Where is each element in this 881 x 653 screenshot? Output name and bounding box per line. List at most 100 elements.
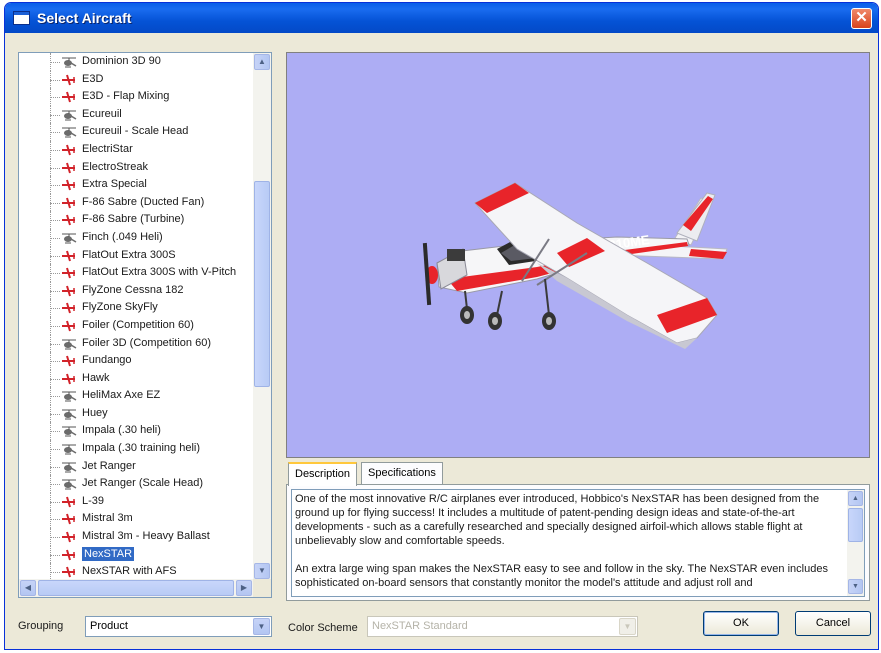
scroll-down-arrow-icon[interactable]: ▼	[254, 563, 270, 579]
scroll-up-arrow-icon[interactable]: ▲	[848, 491, 863, 506]
list-item[interactable]: Mistral 3m	[19, 510, 253, 529]
tree-connector	[50, 413, 60, 415]
list-item[interactable]: FlyZone SkyFly	[19, 299, 253, 317]
description-panel: One of the most innovative R/C airplanes…	[286, 484, 870, 601]
airplane-icon	[61, 144, 77, 156]
tree-connector	[50, 484, 60, 486]
scroll-left-arrow-icon[interactable]: ◀	[20, 580, 36, 596]
airplane-icon	[61, 267, 77, 279]
tree-connector	[50, 62, 60, 63]
tree-connector	[50, 114, 60, 116]
aircraft-tree-list[interactable]: Dominion 3D 90 E3D E3D - Flap Mixing Ecureu…	[18, 52, 272, 598]
list-item[interactable]: ElectroStreak	[19, 158, 253, 177]
list-item[interactable]: Extra Special	[19, 176, 253, 194]
list-item-label: HeliMax Axe EZ	[82, 389, 161, 402]
cancel-button[interactable]: Cancel	[795, 611, 871, 636]
description-scroll-thumb[interactable]	[848, 508, 863, 542]
description-scrollbar[interactable]: ▲ ▼	[847, 490, 864, 596]
list-item[interactable]: FlatOut Extra 300S with V-Pitch	[19, 264, 253, 282]
list-item[interactable]: Dominion 3D 90	[19, 53, 253, 71]
close-button[interactable]: ✕	[851, 8, 872, 29]
airplane-icon	[61, 214, 77, 226]
list-item[interactable]: NexSTAR	[19, 545, 253, 564]
list-item[interactable]: ElectriStar	[19, 140, 253, 159]
scroll-up-arrow-icon[interactable]: ▲	[254, 54, 270, 70]
tree-connector	[50, 378, 60, 380]
description-textbox[interactable]: One of the most innovative R/C airplanes…	[291, 489, 865, 597]
list-item[interactable]: Huey	[19, 404, 253, 423]
tree-connector	[50, 501, 60, 503]
list-item[interactable]: Impala (.30 training heli)	[19, 440, 253, 458]
list-item[interactable]: Ecureuil	[19, 105, 253, 124]
airplane-icon	[61, 355, 77, 367]
airplane-icon	[61, 320, 77, 332]
chevron-down-icon[interactable]: ▼	[253, 618, 270, 635]
list-item[interactable]: E3D	[19, 70, 253, 89]
list-item[interactable]: Impala (.30 heli)	[19, 422, 253, 441]
list-item[interactable]: Ecureuil - Scale Head	[19, 123, 253, 141]
list-item[interactable]: E3D - Flap Mixing	[19, 88, 253, 106]
horizontal-scroll-thumb[interactable]	[38, 580, 234, 596]
airplane-icon	[61, 496, 77, 508]
window-icon	[13, 11, 30, 25]
list-item[interactable]: Hawk	[19, 369, 253, 388]
grouping-select[interactable]: Product ▼	[85, 616, 272, 637]
airplane-icon	[61, 513, 77, 525]
list-item-label: Mistral 3m - Heavy Ballast	[82, 530, 210, 543]
airplane-icon	[61, 531, 77, 543]
list-item[interactable]: Finch (.049 Heli)	[19, 228, 253, 247]
list-item[interactable]: FlatOut Extra 300S	[19, 246, 253, 265]
list-item[interactable]: Foiler 3D (Competition 60)	[19, 334, 253, 353]
list-item[interactable]: HeliMax Axe EZ	[19, 387, 253, 405]
list-item[interactable]: Foiler (Competition 60)	[19, 316, 253, 335]
helicopter-icon	[61, 56, 77, 68]
color-scheme-label: Color Scheme	[288, 622, 358, 634]
airplane-icon	[61, 197, 77, 209]
tree-connector	[50, 308, 60, 310]
tree-connector	[50, 449, 60, 451]
list-item[interactable]: F-86 Sabre (Turbine)	[19, 211, 253, 229]
tree-connector	[50, 273, 60, 275]
list-item-label: Ecureuil	[82, 107, 122, 120]
list-item-label: FlatOut Extra 300S with V-Pitch	[82, 266, 237, 279]
list-item[interactable]: Jet Ranger	[19, 457, 253, 476]
tree-connector	[50, 431, 60, 433]
airplane-icon	[61, 302, 77, 314]
list-item-label: Jet Ranger	[82, 459, 136, 472]
list-item[interactable]: FlyZone Cessna 182	[19, 281, 253, 300]
list-item[interactable]: Mistral 3m - Heavy Ballast	[19, 528, 253, 546]
tree-connector	[50, 554, 60, 556]
list-item-label: Ecureuil - Scale Head	[82, 125, 189, 138]
list-item-label: NexSTAR with AFS	[82, 565, 177, 578]
list-item-label: Mistral 3m	[82, 512, 133, 525]
horizontal-scrollbar[interactable]: ◀ ▶	[19, 579, 253, 597]
list-item[interactable]: F-86 Sabre (Ducted Fan)	[19, 193, 253, 212]
color-scheme-select[interactable]: NexSTAR Standard ▼	[367, 616, 638, 637]
list-item[interactable]: Jet Ranger (Scale Head)	[19, 475, 253, 493]
tree-connector	[50, 572, 60, 574]
tree-connector	[50, 185, 60, 187]
tree-connector	[50, 149, 60, 151]
title-bar[interactable]: Select Aircraft ✕	[5, 3, 878, 33]
tree-connector	[50, 97, 60, 99]
scroll-down-arrow-icon[interactable]: ▼	[848, 579, 863, 594]
vertical-scroll-thumb[interactable]	[254, 181, 270, 387]
scroll-corner	[253, 579, 271, 597]
tab-specifications[interactable]: Specifications	[361, 462, 443, 485]
vertical-scrollbar[interactable]: ▲ ▼	[253, 53, 271, 581]
list-item-label: Dominion 3D 90	[82, 55, 161, 67]
chevron-down-icon[interactable]: ▼	[619, 618, 636, 635]
tab-description[interactable]: Description	[288, 462, 358, 486]
list-item[interactable]: L-39	[19, 492, 253, 511]
list-item[interactable]: Fundango	[19, 352, 253, 370]
helicopter-icon	[61, 443, 77, 455]
aircraft-preview[interactable]: N310ME	[286, 52, 870, 458]
aircraft-list-viewport: Dominion 3D 90 E3D E3D - Flap Mixing Ecureu…	[19, 53, 253, 581]
ok-button[interactable]: OK	[703, 611, 779, 636]
helicopter-icon	[61, 461, 77, 473]
list-item-label: Impala (.30 training heli)	[82, 442, 201, 455]
tree-connector	[50, 325, 60, 327]
scroll-right-arrow-icon[interactable]: ▶	[236, 580, 252, 596]
helicopter-icon	[61, 109, 77, 121]
airplane-icon	[61, 549, 77, 561]
